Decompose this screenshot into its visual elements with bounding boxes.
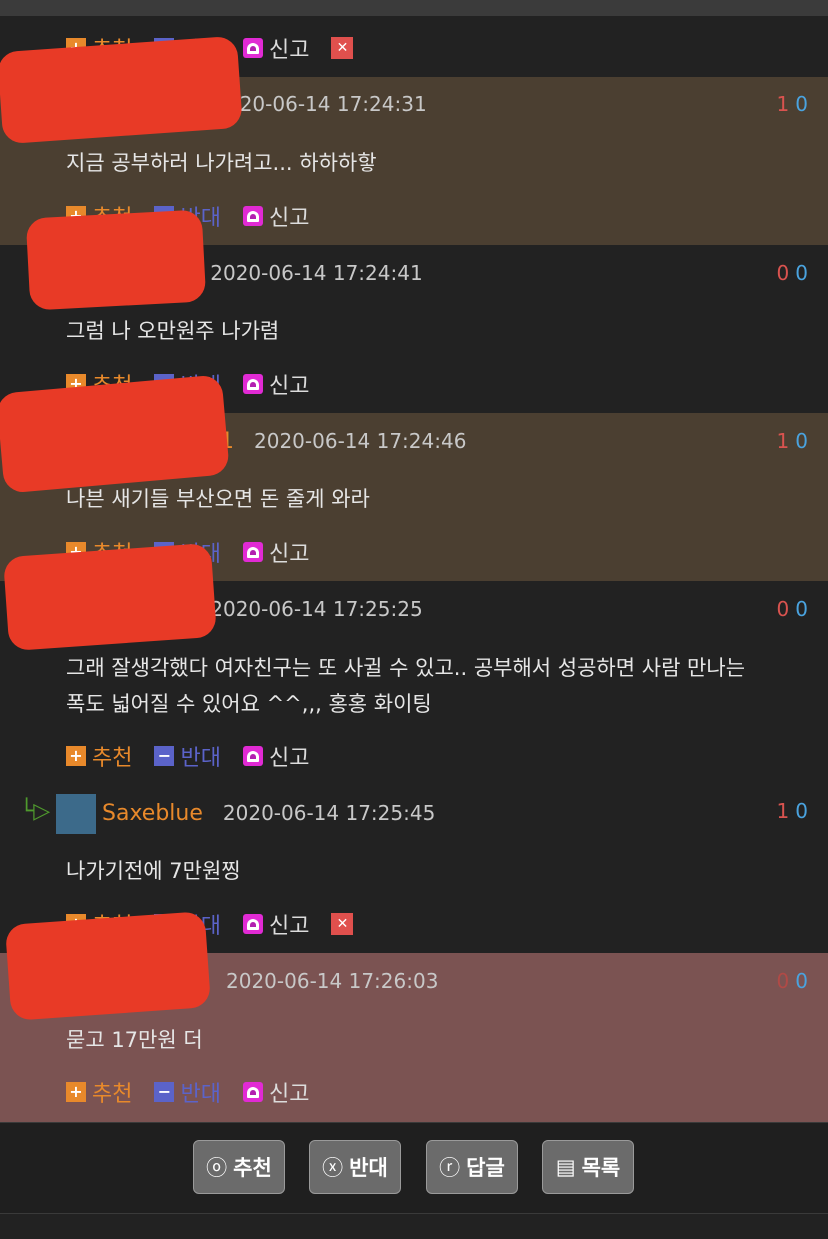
siren-icon: [242, 746, 263, 766]
comment-meta: 2020-06-14 17:26:03: [226, 966, 438, 996]
vote-counts: 10: [776, 429, 808, 453]
vote-counts: 00: [776, 597, 808, 621]
plus-icon: +: [66, 746, 86, 766]
comment-text: 나가기전에 7만원찡: [66, 859, 241, 883]
recommend-button[interactable]: +추천: [66, 1076, 132, 1108]
comment-nick[interactable]: Saxeblue: [102, 801, 203, 826]
report-button[interactable]: 신고: [242, 740, 309, 772]
vote-counts: 00: [776, 969, 808, 993]
comment-meta: Saxeblue 2020-06-14 17:25:45: [102, 798, 435, 828]
vote-counts: 10: [776, 92, 808, 116]
recommend-icon: ⓞ: [206, 1156, 228, 1180]
redaction-mark: [0, 374, 230, 494]
comment-actions: +추천 −반대 신고: [66, 1076, 331, 1108]
vote-counts: 00: [776, 261, 808, 285]
comment-meta: 팅 2020-06-14 17:24:41: [170, 258, 423, 288]
avatar[interactable]: [56, 794, 96, 834]
siren-icon: [242, 1082, 263, 1102]
comment-date: 2020-06-14 17:25:45: [222, 801, 436, 825]
comment-date: 2020-06-14 17:25:25: [210, 597, 423, 621]
plus-icon: +: [66, 1082, 86, 1102]
redaction-mark: [0, 35, 243, 145]
comment-text-line: 폭도 넓어질 수 있어요 ^^,,, 홍홍 화이팅: [66, 692, 432, 716]
report-button[interactable]: 신고: [242, 908, 309, 940]
reply-icon: ⓡ: [439, 1156, 461, 1180]
comment-text-line: 그래 잘생각했다 여자친구는 또 사귈 수 있고.. 공부해서 성공하면 사람 …: [66, 656, 746, 680]
top-bar: [0, 0, 828, 16]
bottom-toolbar: ⓞ 추천 ⓧ 반대 ⓡ 답글 ▤ 목록: [0, 1122, 828, 1214]
redaction-mark: [2, 542, 218, 652]
oppose-button[interactable]: −반대: [154, 1076, 221, 1108]
recommend-post-button[interactable]: ⓞ 추천: [193, 1140, 285, 1194]
comment-date: 2020-06-14 17:24:46: [254, 429, 467, 453]
minus-icon: −: [154, 1082, 175, 1102]
comment-date: 2020-06-14 17:24:41: [210, 261, 423, 285]
siren-icon: [242, 206, 263, 226]
list-icon: ▤: [555, 1155, 576, 1179]
siren-icon: [242, 38, 263, 58]
oppose-button[interactable]: −반대: [154, 740, 221, 772]
redaction-mark: [4, 911, 212, 1021]
siren-icon: [242, 374, 263, 394]
reply-button[interactable]: ⓡ 답글: [426, 1140, 518, 1194]
vote-counts: 10: [776, 799, 808, 823]
redaction-mark: [25, 209, 207, 311]
recommend-button[interactable]: +추천: [66, 740, 132, 772]
delete-button[interactable]: ✕: [331, 37, 354, 59]
report-button[interactable]: 신고: [242, 32, 309, 64]
minus-icon: −: [154, 746, 175, 766]
report-button[interactable]: 신고: [242, 1076, 309, 1108]
report-button[interactable]: 신고: [242, 368, 309, 400]
comment-text: 그럼 나 오만원주 나가렴: [66, 319, 280, 343]
comment-date: 2020-06-14 17:26:03: [226, 969, 439, 993]
delete-button[interactable]: ✕: [331, 913, 354, 935]
report-button[interactable]: 신고: [242, 536, 309, 568]
comment-meta: 1 2020-06-14 17:24:46: [220, 426, 466, 456]
comment-text: 나븐 새기들 부산오면 돈 줄게 와라: [66, 487, 370, 511]
list-button[interactable]: ▤ 목록: [542, 1140, 634, 1194]
oppose-icon: ⓧ: [322, 1156, 344, 1180]
comment-actions: +추천 −반대 신고: [66, 740, 331, 772]
report-button[interactable]: 신고: [242, 200, 309, 232]
comment-date: 2020-06-14 17:24:31: [214, 92, 427, 116]
siren-icon: [242, 914, 263, 934]
oppose-post-button[interactable]: ⓧ 반대: [309, 1140, 401, 1194]
comment-text: 묻고 17만원 더: [66, 1028, 203, 1052]
siren-icon: [242, 542, 263, 562]
comment-text: 그래 잘생각했다 여자친구는 또 사귈 수 있고.. 공부해서 성공하면 사람 …: [66, 650, 745, 722]
reply-arrow-icon: └▷: [20, 799, 51, 824]
comment-text: 지금 공부하러 나가려고... 하하하핳: [66, 151, 377, 175]
